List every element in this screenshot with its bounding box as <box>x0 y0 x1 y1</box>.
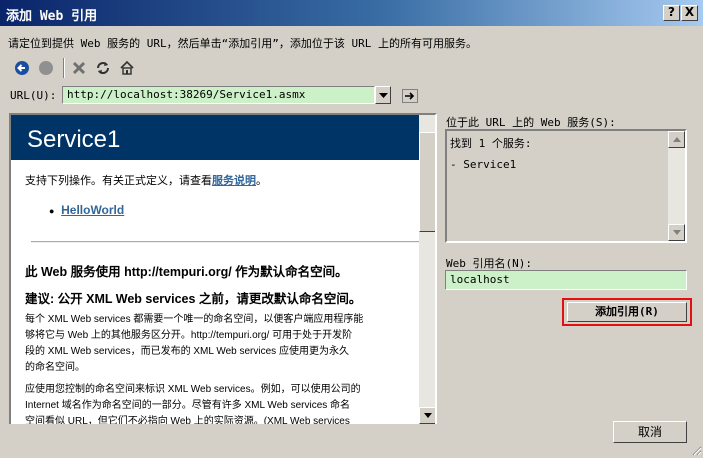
operation-item: ● HelloWorld <box>49 203 125 217</box>
chevron-up-icon <box>672 137 681 142</box>
instruction-text: 请定位到提供 Web 服务的 URL，然后单击“添加引用”，添加位于该 URL … <box>8 37 477 50</box>
highlight-box <box>562 298 692 326</box>
resize-grip-icon[interactable] <box>690 444 702 456</box>
close-button[interactable]: X <box>681 5 698 21</box>
cancel-button[interactable]: 取消 <box>613 421 687 443</box>
url-input[interactable]: http://localhost:38269/Service1.asmx <box>62 86 375 104</box>
scroll-down-button[interactable] <box>668 224 685 241</box>
title-bar[interactable] <box>0 0 703 26</box>
service-title: Service1 <box>11 115 419 160</box>
back-icon[interactable] <box>12 58 32 78</box>
services-scrollbar[interactable] <box>668 131 685 241</box>
ref-name-input[interactable]: localhost <box>445 270 687 290</box>
control-paragraph: 应使用您控制的命名空间来标识 XML Web services。例如，可以使用公… <box>25 384 361 426</box>
divider <box>31 241 419 243</box>
scroll-down-button[interactable] <box>419 407 435 424</box>
home-icon[interactable] <box>117 58 137 78</box>
ref-name-label: Web 引用名(N): <box>446 257 532 270</box>
service-list-item[interactable]: - Service1 <box>450 158 516 171</box>
toolbar-separator <box>63 58 65 78</box>
chevron-down-icon <box>672 230 681 235</box>
advice-heading: 建议: 公开 XML Web services 之前，请更改默认命名空间。 <box>25 292 362 306</box>
scroll-up-button[interactable] <box>668 131 685 148</box>
services-list[interactable]: 找到 1 个服务: - Service1 <box>445 129 687 243</box>
service-description-link[interactable]: 服务说明 <box>212 175 256 187</box>
scroll-thumb[interactable] <box>419 132 435 232</box>
window-title: 添加 Web 引用 <box>6 9 98 24</box>
go-arrow-icon[interactable] <box>402 89 418 103</box>
stop-icon[interactable] <box>36 58 56 78</box>
help-button[interactable]: ? <box>663 5 680 21</box>
url-dropdown-button[interactable] <box>375 86 391 104</box>
helloworld-link[interactable]: HelloWorld <box>61 203 124 217</box>
close-icon[interactable] <box>69 58 89 78</box>
chevron-down-icon <box>378 92 388 98</box>
services-found-text: 找到 1 个服务: <box>450 137 532 150</box>
chevron-down-icon <box>423 413 432 418</box>
service-browser[interactable]: Service1 支持下列操作。有关正式定义，请查看服务说明。 ● HelloW… <box>9 113 437 426</box>
browser-bottom-edge <box>9 424 437 428</box>
browser-scrollbar[interactable] <box>419 115 435 424</box>
namespace-paragraph: 每个 XML Web services 都需要一个唯一的命名空间，以便客户端应用… <box>25 314 364 373</box>
intro-text: 支持下列操作。有关正式定义，请查看服务说明。 <box>25 175 267 187</box>
refresh-icon[interactable] <box>93 58 113 78</box>
services-label: 位于此 URL 上的 Web 服务(S): <box>446 116 616 129</box>
namespace-heading: 此 Web 服务使用 http://tempuri.org/ 作为默认命名空间。 <box>25 265 348 279</box>
url-label: URL(U): <box>10 89 57 102</box>
